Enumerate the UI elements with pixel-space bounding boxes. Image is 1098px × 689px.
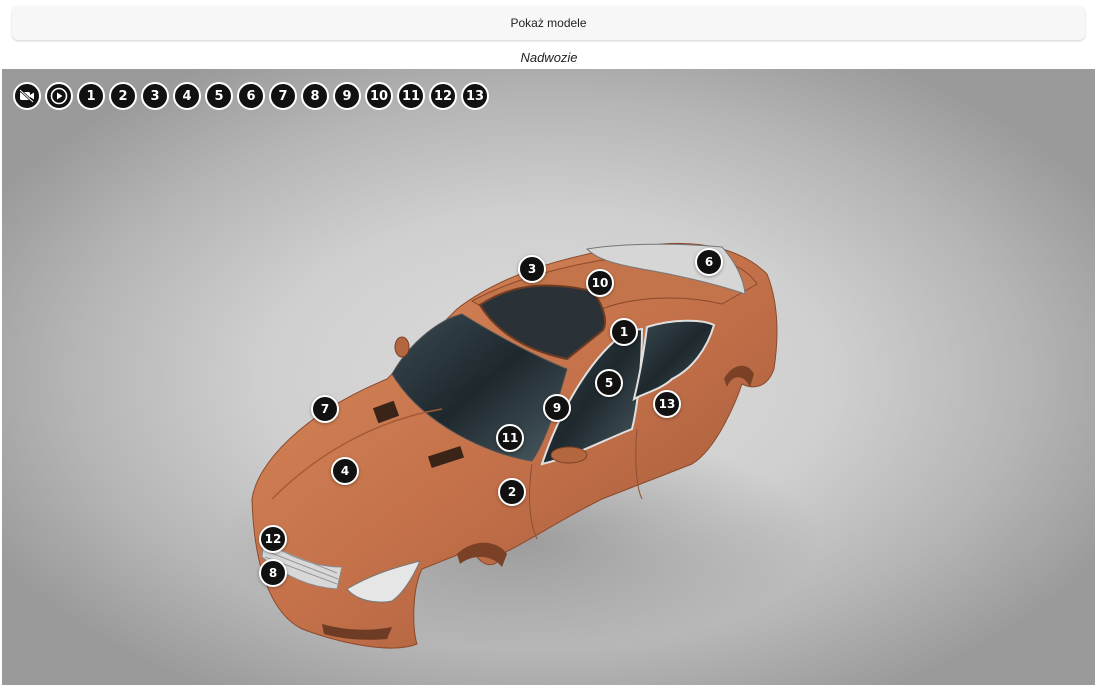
hotspot-11[interactable]: 11 — [496, 424, 524, 452]
hotspot-5[interactable]: 5 — [595, 369, 623, 397]
hotspot-4[interactable]: 4 — [331, 457, 359, 485]
toolbar-part-11[interactable]: 11 — [397, 82, 425, 110]
toolbar-part-6[interactable]: 6 — [237, 82, 265, 110]
car-model[interactable] — [2, 69, 1095, 685]
toolbar-part-13[interactable]: 13 — [461, 82, 489, 110]
toolbar-part-2[interactable]: 2 — [109, 82, 137, 110]
hotspot-1[interactable]: 1 — [610, 318, 638, 346]
toolbar-part-4[interactable]: 4 — [173, 82, 201, 110]
play-icon[interactable] — [45, 82, 73, 110]
toolbar-part-1[interactable]: 1 — [77, 82, 105, 110]
show-models-button[interactable]: Pokaż modele — [12, 6, 1085, 40]
hotspot-3[interactable]: 3 — [518, 255, 546, 283]
toolbar-part-9[interactable]: 9 — [333, 82, 361, 110]
hotspot-7[interactable]: 7 — [311, 395, 339, 423]
toolbar-part-7[interactable]: 7 — [269, 82, 297, 110]
hotspot-13[interactable]: 13 — [653, 390, 681, 418]
hotspot-10[interactable]: 10 — [586, 269, 614, 297]
side-mirror-right — [550, 446, 588, 464]
hotspot-8[interactable]: 8 — [259, 559, 287, 587]
hotspot-2[interactable]: 2 — [498, 478, 526, 506]
toolbar-part-8[interactable]: 8 — [301, 82, 329, 110]
side-mirror-left — [394, 336, 410, 358]
toolbar-part-12[interactable]: 12 — [429, 82, 457, 110]
hotspot-12[interactable]: 12 — [259, 525, 287, 553]
toolbar-part-10[interactable]: 10 — [365, 82, 393, 110]
camera-off-icon[interactable] — [13, 82, 41, 110]
toolbar: 1 2 3 4 5 6 7 8 9 10 11 12 13 — [13, 82, 489, 110]
toolbar-part-5[interactable]: 5 — [205, 82, 233, 110]
3d-viewer[interactable]: 1 2 3 4 5 6 7 8 9 10 11 12 13 1 2 3 4 5 … — [2, 69, 1095, 685]
hotspot-9[interactable]: 9 — [543, 394, 571, 422]
hotspot-6[interactable]: 6 — [695, 248, 723, 276]
section-title: Nadwozie — [520, 50, 578, 65]
toolbar-part-3[interactable]: 3 — [141, 82, 169, 110]
